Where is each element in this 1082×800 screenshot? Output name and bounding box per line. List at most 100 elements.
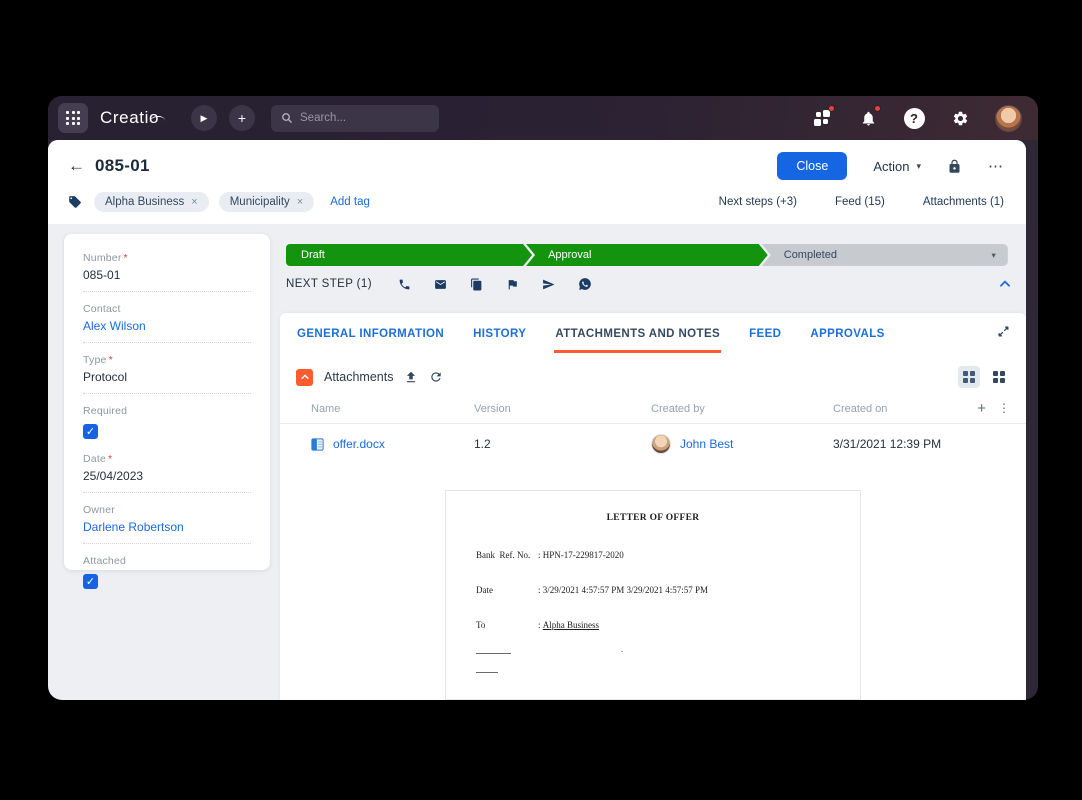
page-title: 085-01 [95,156,150,175]
refresh-icon[interactable] [429,370,443,384]
required-checkbox[interactable]: ✓ [83,424,98,439]
stage-completed[interactable]: Completed ▾ [761,244,1008,266]
required-mark: * [107,453,113,465]
chevron-down-icon: ▾ [916,160,921,171]
remove-tag-icon[interactable]: × [191,196,197,208]
required-mark: * [123,252,128,264]
creator-link[interactable]: John Best [680,437,733,451]
tab-attachments-and-notes[interactable]: ATTACHMENTS AND NOTES [554,313,722,353]
settings-gear-icon[interactable] [949,107,971,129]
attachment-created-on: 3/31/2021 12:39 PM [833,437,942,451]
tag-pill[interactable]: Alpha Business × [94,192,209,212]
stage-approval[interactable]: Approval [526,244,768,266]
tabs-bar: GENERAL INFORMATION HISTORY ATTACHMENTS … [280,313,1026,353]
list-view-toggle-icon[interactable] [958,366,980,388]
type-value[interactable]: Protocol [83,370,251,394]
global-search[interactable] [271,104,440,132]
record-form-card: Number * 085-01 Contact Alex Wilson Type *… [64,234,270,589]
call-icon[interactable] [398,278,411,291]
field-number: Number * 085-01 [83,252,251,292]
field-required: Required ✓ [83,405,128,439]
attachments-link[interactable]: Attachments (1) [923,196,1004,208]
column-created-by[interactable]: Created by [651,403,833,415]
collapse-panel-chevron-up-icon[interactable] [998,277,1012,291]
doc-date-value: : 3/29/2021 4:57:57 PM 3/29/2021 4:57:57… [538,585,709,595]
add-column-icon[interactable]: + [977,401,986,416]
add-tag-link[interactable]: Add tag [330,196,370,208]
next-step-bar: NEXT STEP (1) [286,277,1012,291]
attachments-table-header: Name Version Created by Created on + ⋮ [280,394,1026,424]
tag-pill[interactable]: Municipality × [218,192,315,212]
tab-approvals[interactable]: APPROVALS [809,313,885,353]
doc-date-label: Date [476,585,493,595]
next-steps-link[interactable]: Next steps (+3) [719,196,797,208]
column-created-on[interactable]: Created on [833,403,968,415]
document-title: LETTER OF OFFER [606,513,700,523]
creator-avatar [651,434,671,454]
upload-icon[interactable] [404,370,418,384]
lock-icon[interactable] [947,159,962,174]
back-button[interactable]: ← [68,156,85,176]
field-type: Type * Protocol [83,354,251,394]
blank-line [476,665,498,673]
field-contact: Contact Alex Wilson [83,303,251,343]
doc-bank-label: Bank Ref. No. [476,550,531,560]
send-plane-icon[interactable] [542,278,555,291]
processes-icon[interactable] [811,105,835,129]
expand-fullscreen-icon[interactable] [997,325,1010,353]
attached-checkbox[interactable]: ✓ [83,574,98,589]
owner-value-link[interactable]: Darlene Robertson [83,520,251,544]
field-attached: Attached ✓ [83,555,127,589]
flag-icon[interactable] [506,278,519,291]
user-avatar[interactable] [995,104,1022,132]
blank-line [476,646,511,654]
required-mark: * [108,354,113,366]
attachments-section-title: Attachments [324,370,394,384]
more-options-icon[interactable]: ⋯ [988,157,1004,175]
add-record-button[interactable]: + [229,105,256,131]
app-launcher-icon[interactable] [58,103,88,133]
collapse-attachments-icon[interactable] [296,368,313,386]
attachment-row[interactable]: offer.docx 1.2 John Best 3/31/2021 12:39… [280,424,1026,463]
field-date: Date * 25/04/2023 [83,453,251,493]
remove-tag-icon[interactable]: × [297,196,303,208]
attachment-file-link[interactable]: offer.docx [333,437,385,451]
processes-badge [828,105,835,112]
email-icon[interactable] [434,278,447,291]
help-icon[interactable]: ? [903,107,925,129]
attachments-toolbar: Attachments [280,353,1026,394]
run-process-button[interactable]: ▶ [191,105,218,131]
tabs-panel: GENERAL INFORMATION HISTORY ATTACHMENTS … [280,313,1026,700]
app-window: Creatio ▶ + ? [48,96,1038,700]
attachment-version: 1.2 [474,437,491,451]
feed-link[interactable]: Feed (15) [835,196,885,208]
date-value[interactable]: 25/04/2023 [83,469,251,493]
top-navbar: Creatio ▶ + ? [48,96,1038,140]
record-header: ← 085-01 Close Action ▾ ⋯ Alpha Business… [48,140,1026,224]
action-dropdown[interactable]: Action ▾ [873,159,921,174]
stage-caret-icon[interactable]: ▾ [992,250,996,261]
whatsapp-icon[interactable] [578,277,592,291]
contact-value-link[interactable]: Alex Wilson [83,319,251,343]
tab-history[interactable]: HISTORY [472,313,527,353]
document-preview[interactable]: LETTER OF OFFER Bank Ref. No. : HPN-17-2… [445,490,861,700]
word-file-icon [311,437,324,451]
tab-general-information[interactable]: GENERAL INFORMATION [296,313,445,353]
tab-feed[interactable]: FEED [748,313,782,353]
doc-to-value: Alpha Business [542,620,600,630]
search-input[interactable] [300,112,430,124]
doc-to-label: To [476,620,486,630]
column-menu-icon[interactable]: ⋮ [998,401,1010,416]
stage-draft[interactable]: Draft [286,244,532,266]
window-right-edge [1030,140,1038,700]
search-icon [282,113,292,123]
notifications-bell-icon[interactable] [857,105,881,129]
tile-view-toggle-icon[interactable] [988,366,1010,388]
notifications-badge [874,105,881,112]
next-step-label: NEXT STEP (1) [286,278,372,290]
close-button[interactable]: Close [777,152,848,180]
copy-task-icon[interactable] [470,278,483,291]
column-name[interactable]: Name [296,403,474,415]
column-version[interactable]: Version [474,403,651,415]
number-value[interactable]: 085-01 [83,268,251,292]
